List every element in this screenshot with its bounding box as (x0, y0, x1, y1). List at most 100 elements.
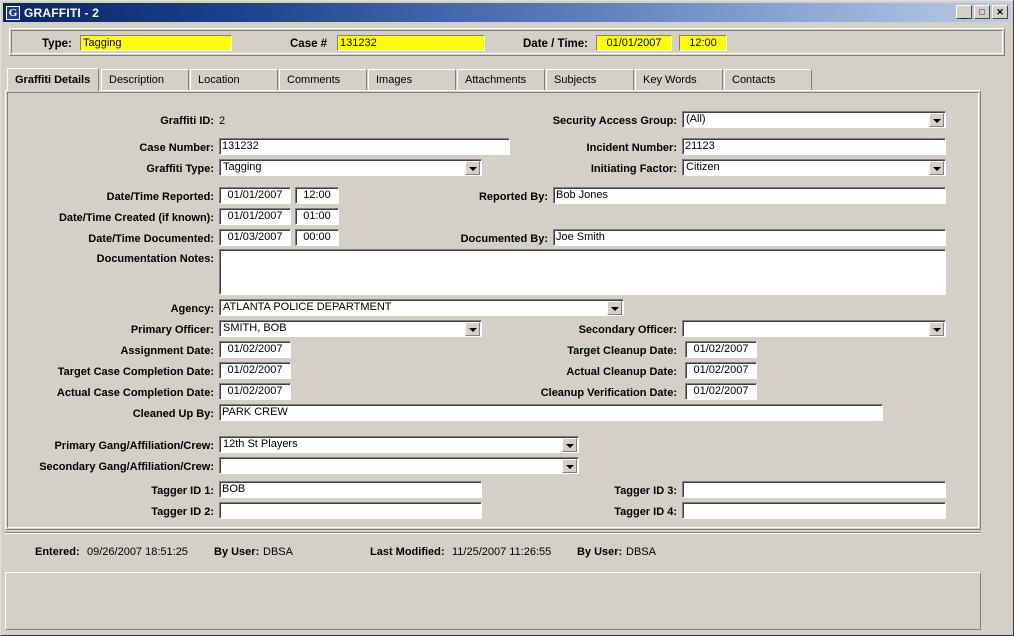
tab-location[interactable]: Location (190, 69, 278, 90)
reported-by-input[interactable]: Bob Jones (553, 187, 946, 204)
security-access-group-select[interactable]: (All) (682, 111, 946, 128)
tagger-id-3-input[interactable] (682, 481, 946, 498)
tab-subjects[interactable]: Subjects (546, 69, 634, 90)
security-access-group-value: (All) (686, 113, 706, 125)
tab-comments[interactable]: Comments (279, 69, 367, 90)
agency-value: ATLANTA POLICE DEPARTMENT (223, 301, 392, 313)
assignment-date-label: Assignment Date: (120, 345, 214, 357)
actual-case-completion-label: Actual Case Completion Date: (56, 387, 214, 399)
actual-cleanup-date-label: Actual Cleanup Date: (566, 366, 677, 378)
tagger-id-2-label: Tagger ID 2: (151, 506, 214, 518)
modified-by-label: By User: (577, 546, 623, 558)
minimize-button[interactable]: _ (956, 5, 972, 20)
graffiti-type-value: Tagging (223, 161, 262, 173)
record-header-bar: Type: Tagging Case # 131232 Date / Time:… (9, 28, 1005, 56)
record-header-inner: Type: Tagging Case # 131232 Date / Time:… (11, 30, 1003, 54)
tagger-id-4-label: Tagger ID 4: (614, 506, 677, 518)
window-title: GRAFFITI - 2 (24, 5, 100, 20)
agency-select[interactable]: ATLANTA POLICE DEPARTMENT (219, 299, 624, 316)
header-type-value[interactable]: Tagging (80, 35, 232, 51)
minimize-icon: _ (960, 8, 968, 20)
documentation-notes-label: Documentation Notes: (96, 253, 214, 265)
target-case-completion-input[interactable]: 01/02/2007 (219, 362, 291, 379)
header-case-label: Case # (290, 38, 328, 50)
security-access-group-label: Security Access Group: (552, 115, 677, 127)
primary-officer-value: SMITH, BOB (223, 322, 287, 334)
graffiti-id-label: Graffiti ID: (160, 115, 214, 127)
tagger-id-2-input[interactable] (219, 502, 482, 519)
chevron-down-icon[interactable] (562, 438, 577, 452)
secondary-officer-select[interactable] (682, 320, 946, 337)
tab-key-words[interactable]: Key Words (635, 69, 723, 90)
chevron-down-icon[interactable] (929, 322, 944, 336)
primary-gang-value: 12th St Players (223, 438, 298, 450)
graffiti-app-icon: G (6, 5, 20, 20)
close-button[interactable]: ✕ (992, 5, 1008, 19)
datetime-documented-date-input[interactable]: 01/03/2007 (219, 229, 291, 246)
chevron-down-icon[interactable] (929, 161, 944, 175)
target-cleanup-date-input[interactable]: 01/02/2007 (685, 341, 757, 358)
primary-gang-select[interactable]: 12th St Players (219, 436, 579, 453)
tagger-id-1-label: Tagger ID 1: (151, 485, 214, 497)
header-case-value[interactable]: 131232 (337, 35, 485, 51)
cleaned-up-by-input[interactable]: PARK CREW (219, 404, 883, 421)
last-modified-value: 11/25/2007 11:26:55 (452, 546, 552, 558)
tagger-id-3-label: Tagger ID 3: (614, 485, 677, 497)
primary-officer-select[interactable]: SMITH, BOB (219, 320, 482, 337)
header-datetime-label: Date / Time: (523, 38, 588, 50)
datetime-created-date-input[interactable]: 01/01/2007 (219, 208, 291, 225)
graffiti-id-value: 2 (219, 115, 226, 127)
secondary-officer-label: Secondary Officer: (578, 324, 677, 336)
datetime-reported-label: Date/Time Reported: (106, 191, 214, 203)
modified-by-value: DBSA (626, 546, 656, 558)
cleaned-up-by-label: Cleaned Up By: (132, 408, 214, 420)
title-bar: G GRAFFITI - 2 _ □ ✕ (3, 3, 1011, 22)
incident-number-label: Incident Number: (586, 142, 677, 154)
tab-description[interactable]: Description (101, 69, 189, 90)
tagger-id-4-input[interactable] (682, 502, 946, 519)
reported-by-label: Reported By: (478, 191, 548, 203)
tagger-id-1-input[interactable]: BOB (219, 481, 482, 498)
datetime-reported-date-input[interactable]: 01/01/2007 (219, 187, 291, 204)
entered-by-value: DBSA (263, 546, 293, 558)
graffiti-details-panel: Graffiti ID: 2 Security Access Group: (A… (5, 90, 981, 530)
header-time-value[interactable]: 12:00 (679, 35, 727, 51)
chevron-down-icon[interactable] (929, 113, 944, 127)
actual-cleanup-date-input[interactable]: 01/02/2007 (685, 362, 757, 379)
tab-attachments[interactable]: Attachments (457, 69, 545, 90)
initiating-factor-label: Initiating Factor: (590, 163, 677, 175)
window-bottom-area (5, 572, 981, 630)
tab-contacts[interactable]: Contacts (724, 69, 812, 90)
datetime-created-time-input[interactable]: 01:00 (295, 208, 339, 225)
actual-case-completion-input[interactable]: 01/02/2007 (219, 383, 291, 400)
incident-number-input[interactable]: 21123 (682, 138, 946, 155)
maximize-button[interactable]: □ (974, 5, 990, 19)
close-icon: ✕ (996, 7, 1004, 17)
initiating-factor-value: Citizen (686, 161, 720, 173)
chevron-down-icon[interactable] (562, 459, 577, 473)
initiating-factor-select[interactable]: Citizen (682, 159, 946, 176)
graffiti-record-window: G GRAFFITI - 2 _ □ ✕ Type: Tagging Case … (0, 0, 1014, 636)
tab-images[interactable]: Images (368, 69, 456, 90)
datetime-documented-time-input[interactable]: 00:00 (295, 229, 339, 246)
graffiti-type-select[interactable]: Tagging (219, 159, 482, 176)
graffiti-type-label: Graffiti Type: (146, 163, 214, 175)
primary-gang-label: Primary Gang/Affiliation/Crew: (54, 440, 214, 452)
primary-officer-label: Primary Officer: (130, 324, 214, 336)
header-date-value[interactable]: 01/01/2007 (596, 35, 672, 51)
assignment-date-input[interactable]: 01/02/2007 (219, 341, 291, 358)
datetime-reported-time-input[interactable]: 12:00 (295, 187, 339, 204)
target-cleanup-date-label: Target Cleanup Date: (567, 345, 677, 357)
case-number-label: Case Number: (139, 142, 214, 154)
entered-value: 09/26/2007 18:51:25 (87, 546, 188, 558)
secondary-gang-label: Secondary Gang/Affiliation/Crew: (39, 461, 214, 473)
audit-footer-inner: Entered: 09/26/2007 18:51:25 By User: DB… (5, 533, 981, 572)
secondary-gang-select[interactable] (219, 457, 579, 474)
cleanup-verification-input[interactable]: 01/02/2007 (685, 383, 757, 400)
documentation-notes-textarea[interactable] (219, 249, 946, 295)
documented-by-input[interactable]: Joe Smith (553, 229, 946, 246)
chevron-down-icon[interactable] (607, 301, 622, 315)
agency-label: Agency: (170, 303, 214, 315)
tab-graffiti-details[interactable]: Graffiti Details (7, 68, 99, 91)
documented-by-label: Documented By: (460, 233, 548, 245)
